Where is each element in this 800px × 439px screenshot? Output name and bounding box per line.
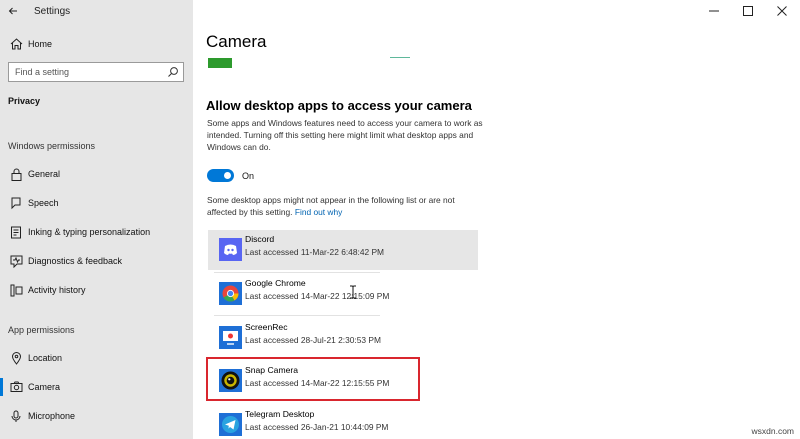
title-bar: Settings — [0, 0, 193, 22]
sidebar-item-diagnostics[interactable]: Diagnostics & feedback — [0, 248, 193, 274]
app-last-accessed: Last accessed 14-Mar-22 12:15:09 PM — [245, 291, 390, 301]
sidebar-item-label: Inking & typing personalization — [28, 227, 151, 237]
minimize-icon — [709, 10, 719, 12]
sidebar-item-label: Microphone — [28, 411, 76, 421]
location-icon — [8, 350, 24, 366]
section-description: Some apps and Windows features need to a… — [207, 118, 483, 152]
app-row-screenrec[interactable]: ScreenRec Last accessed 28-Jul-21 2:30:5… — [208, 318, 478, 358]
sidebar-item-speech[interactable]: Speech — [0, 190, 193, 216]
back-arrow-icon — [8, 7, 17, 15]
app-last-accessed: Last accessed 28-Jul-21 2:30:53 PM — [245, 335, 381, 345]
app-title: Settings — [34, 5, 71, 17]
divider — [214, 315, 380, 316]
text-cursor-icon — [350, 285, 356, 299]
sidebar-item-label: General — [28, 169, 61, 179]
maximize-icon — [743, 6, 753, 16]
sidebar-item-label: Location — [28, 353, 63, 363]
home-icon — [8, 36, 24, 52]
minimize-button[interactable] — [697, 0, 731, 22]
camera-icon — [8, 379, 24, 395]
sidebar-item-home[interactable]: Home — [0, 31, 193, 57]
sidebar-item-inking-typing[interactable]: Inking & typing personalization — [0, 219, 193, 245]
settings-window: Settings Home Privacy Windows permission… — [0, 0, 800, 439]
sidebar-item-activity-history[interactable]: Activity history — [0, 277, 193, 303]
diagnostics-icon — [8, 253, 24, 269]
sidebar: Settings Home Privacy Windows permission… — [0, 0, 193, 439]
telegram-icon — [219, 413, 242, 436]
microphone-speech-icon — [8, 195, 24, 211]
chrome-icon — [219, 282, 242, 305]
inking-icon — [8, 224, 24, 240]
app-row-google-chrome[interactable]: Google Chrome Last accessed 14-Mar-22 12… — [208, 274, 478, 314]
lock-icon — [8, 166, 24, 182]
app-name: Telegram Desktop — [245, 409, 315, 419]
sidebar-item-location[interactable]: Location — [0, 345, 193, 371]
search-input[interactable] — [9, 67, 159, 77]
sidebar-item-camera[interactable]: Camera — [0, 374, 193, 400]
app-last-accessed: Last accessed 11-Mar-22 6:48:42 PM — [245, 247, 385, 257]
desktop-apps-camera-toggle[interactable] — [207, 169, 234, 182]
watermark: wsxdn.com — [751, 426, 794, 436]
toggle-state-label: On — [242, 171, 255, 181]
search-icon — [168, 67, 178, 77]
close-button[interactable] — [765, 0, 799, 22]
page-title: Camera — [206, 32, 267, 51]
app-name: Discord — [245, 234, 275, 244]
sidebar-item-label: Speech — [28, 198, 59, 208]
store-app-icon — [208, 58, 232, 68]
sidebar-item-label: Diagnostics & feedback — [28, 256, 123, 266]
section-label-windows-permissions: Windows permissions — [8, 141, 96, 151]
highlight-box — [206, 357, 420, 401]
app-name: Google Chrome — [245, 278, 306, 288]
app-row-discord[interactable]: Discord Last accessed 11-Mar-22 6:48:42 … — [208, 230, 478, 270]
back-button[interactable] — [0, 0, 26, 22]
divider — [390, 57, 410, 58]
sidebar-item-microphone[interactable]: Microphone — [0, 403, 193, 429]
app-name: ScreenRec — [245, 322, 288, 332]
section-heading: Allow desktop apps to access your camera — [206, 98, 472, 113]
search-box[interactable] — [8, 62, 184, 82]
sidebar-item-general[interactable]: General — [0, 161, 193, 187]
category-label: Privacy — [8, 96, 41, 106]
close-icon — [777, 6, 787, 16]
apps-list-note: Some desktop apps might not appear in th… — [207, 194, 482, 218]
screenrec-icon — [219, 326, 242, 349]
sidebar-item-label: Activity history — [28, 285, 86, 295]
sidebar-item-label: Home — [28, 39, 53, 49]
app-row-telegram-desktop[interactable]: Telegram Desktop Last accessed 26-Jan-21… — [208, 405, 478, 439]
section-label-app-permissions: App permissions — [8, 325, 75, 335]
activity-history-icon — [8, 282, 24, 298]
find-out-why-link[interactable]: Find out why — [295, 207, 342, 217]
app-last-accessed: Last accessed 26-Jan-21 10:44:09 PM — [245, 422, 389, 432]
sidebar-item-label: Camera — [28, 382, 61, 392]
microphone-icon — [8, 408, 24, 424]
maximize-button[interactable] — [731, 0, 765, 22]
discord-icon — [219, 238, 242, 261]
divider — [214, 272, 380, 273]
